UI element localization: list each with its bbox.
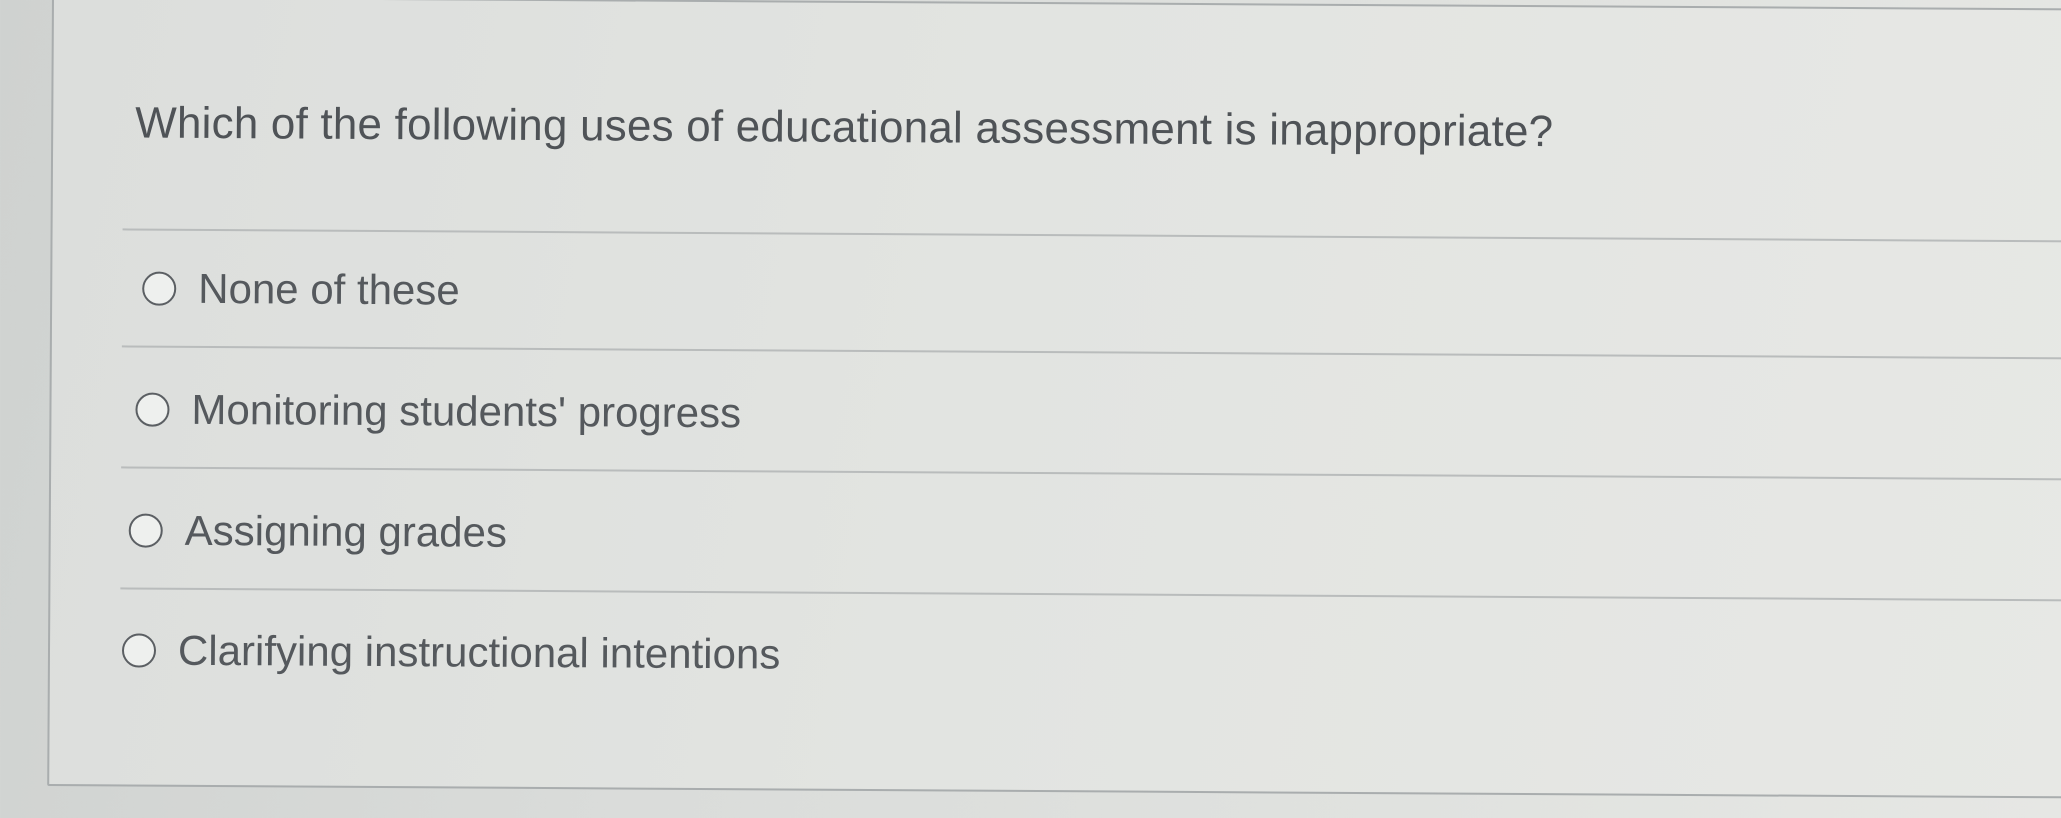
option-label: Assigning grades [184,506,508,556]
radio-button[interactable] [128,513,163,548]
option-label: Clarifying instructional intentions [177,626,781,678]
answer-option-assigning-grades[interactable]: Assigning grades [128,495,508,567]
answer-option-none-of-these[interactable]: None of these [142,254,460,326]
option-label: None of these [198,264,460,314]
answer-option-clarifying-intentions[interactable]: Clarifying instructional intentions [121,615,781,689]
radio-button[interactable] [135,392,170,427]
radio-button[interactable] [121,633,157,668]
divider [121,345,2061,360]
divider [120,587,2061,602]
question-card: Which of the following uses of education… [47,0,2061,799]
radio-button[interactable] [142,271,177,306]
answer-option-monitoring-progress[interactable]: Monitoring students' progress [135,375,741,449]
divider [121,466,2061,481]
question-text: Which of the following uses of education… [135,98,1554,157]
option-label: Monitoring students' progress [191,385,742,437]
divider [122,228,2061,243]
